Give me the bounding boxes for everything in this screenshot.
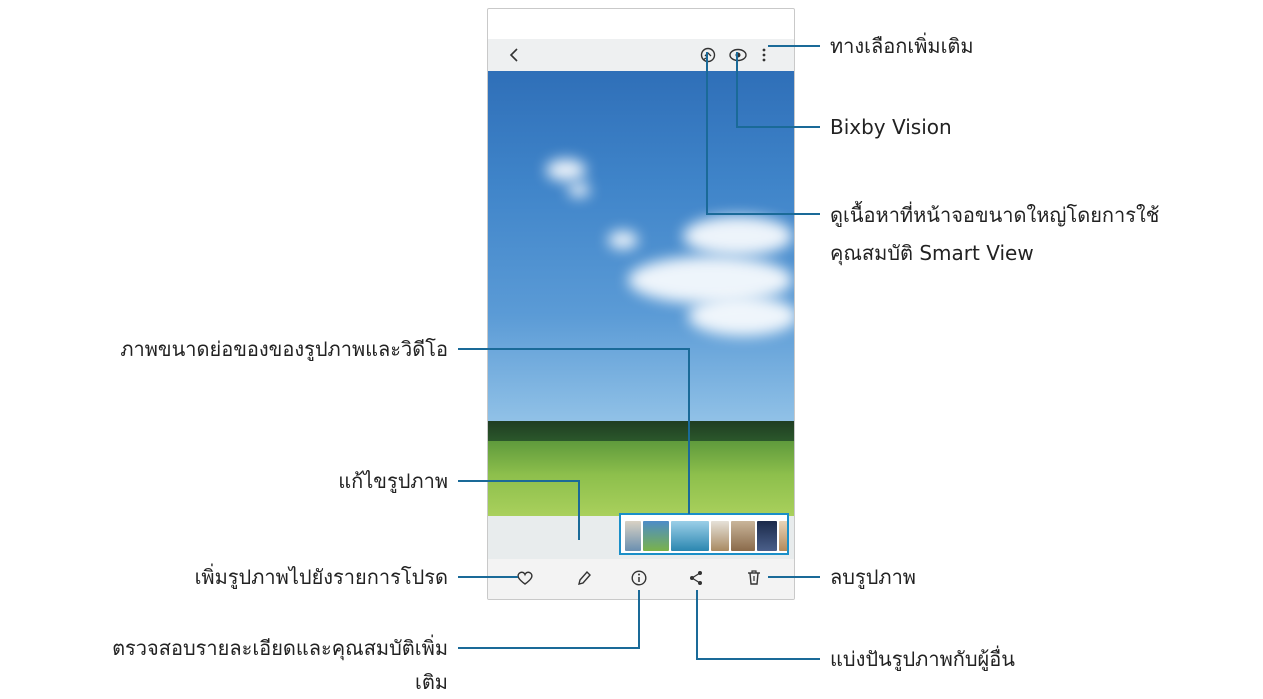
- label-more-options: ทางเลือกเพิ่มเติม: [830, 34, 974, 58]
- label-smart-view-line1: ดูเนื้อหาที่หน้าจอขนาดใหญ่โดยการใช้: [830, 203, 1160, 227]
- trash-icon[interactable]: [746, 569, 762, 587]
- pencil-icon[interactable]: [576, 569, 592, 587]
- eye-icon[interactable]: [728, 47, 748, 63]
- leader-line: [458, 348, 690, 350]
- thumbnail[interactable]: [671, 521, 709, 551]
- heart-icon[interactable]: [516, 570, 534, 586]
- label-details-line1: ตรวจสอบรายละเอียดและคุณสมบัติเพิ่ม: [112, 636, 448, 660]
- cloud: [628, 256, 793, 304]
- leader-line: [638, 590, 640, 649]
- cloud: [608, 231, 638, 249]
- top-toolbar: [488, 39, 794, 71]
- label-edit: แก้ไขรูปภาพ: [338, 469, 448, 493]
- label-smart-view-line2: คุณสมบัติ Smart View: [830, 241, 1034, 265]
- thumbnail[interactable]: [779, 521, 787, 551]
- leader-line: [736, 52, 738, 128]
- back-icon[interactable]: [508, 47, 522, 63]
- leader-line: [688, 348, 690, 514]
- leader-line: [706, 52, 708, 215]
- label-favorite: เพิ่มรูปภาพไปยังรายการโปรด: [194, 565, 448, 589]
- leader-line: [458, 647, 640, 649]
- leader-line: [458, 576, 518, 578]
- grass-field: [488, 441, 794, 516]
- cloud: [683, 216, 793, 256]
- leader-line: [706, 213, 820, 215]
- label-share: แบ่งปันรูปภาพกับผู้อื่น: [830, 647, 1015, 671]
- tree-line: [488, 421, 794, 443]
- thumbnail-strip[interactable]: [619, 513, 789, 555]
- label-details-line2: เติม: [414, 670, 448, 694]
- thumbnail[interactable]: [643, 521, 669, 551]
- thumbnail[interactable]: [757, 521, 777, 551]
- phone-screen: [487, 8, 795, 600]
- thumbnail[interactable]: [625, 521, 641, 551]
- smart-view-icon[interactable]: [699, 46, 717, 64]
- thumbnail[interactable]: [711, 521, 729, 551]
- leader-line: [696, 590, 698, 660]
- label-delete: ลบรูปภาพ: [830, 565, 916, 589]
- label-thumbnails: ภาพขนาดย่อของของรูปภาพและวิดีโอ: [120, 337, 448, 361]
- leader-line: [458, 480, 580, 482]
- more-vertical-icon[interactable]: [761, 46, 767, 64]
- photo-view[interactable]: [488, 71, 794, 516]
- leader-line: [696, 658, 820, 660]
- bottom-toolbar: [488, 559, 794, 599]
- cloud: [568, 183, 590, 197]
- label-bixby-vision: Bixby Vision: [830, 115, 952, 139]
- leader-line: [768, 576, 820, 578]
- cloud: [688, 296, 794, 336]
- info-icon[interactable]: [630, 569, 648, 587]
- leader-line: [768, 45, 820, 47]
- leader-line: [736, 126, 820, 128]
- leader-line: [578, 480, 580, 540]
- cloud: [546, 159, 586, 181]
- share-icon[interactable]: [688, 569, 704, 587]
- thumbnail[interactable]: [731, 521, 755, 551]
